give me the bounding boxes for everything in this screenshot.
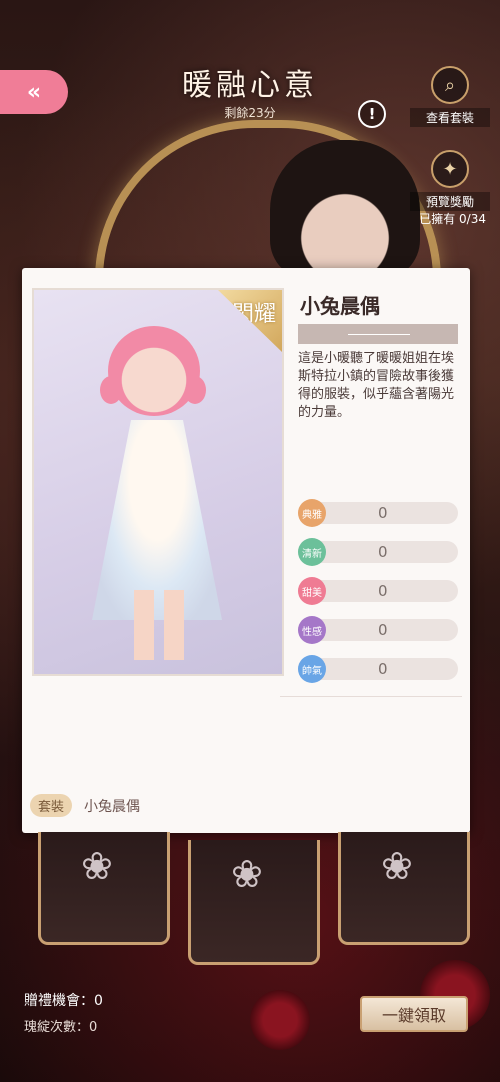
set-tag: 套裝 <box>30 794 73 817</box>
stat-badge: 甜美 <box>298 577 326 605</box>
preview-reward-button[interactable]: ✦ 預覽獎勵 <box>410 150 490 211</box>
reward-card[interactable]: ❀ <box>38 832 170 945</box>
rarity-badge: 閃耀 <box>218 290 282 352</box>
view-set-button[interactable]: ⌕ 查看套裝 <box>410 66 490 127</box>
character-portrait <box>270 140 420 280</box>
stat-row: 性感 0 <box>298 616 458 644</box>
doll-head <box>108 326 200 416</box>
stat-value: 0 <box>378 621 388 639</box>
rose-icon: ❀ <box>231 852 263 896</box>
stat-value: 0 <box>378 582 388 600</box>
preview-reward-label: 預覽獎勵 <box>410 192 490 211</box>
rose-decoration <box>250 990 310 1050</box>
gift-chances: 贈禮機會：0 <box>24 993 103 1009</box>
stat-row: 清新 0 <box>298 538 458 566</box>
card-icon: ✦ <box>431 150 469 188</box>
spin-count: 瑰綻次數：0 <box>24 1020 98 1035</box>
stat-row: 甜美 0 <box>298 577 458 605</box>
stat-badge: 性感 <box>298 616 326 644</box>
divider <box>280 696 462 697</box>
stat-row: 帥氣 0 <box>298 655 458 683</box>
item-name: 小兔晨偶 <box>300 294 380 318</box>
view-set-label: 查看套裝 <box>410 108 490 127</box>
stat-value: 0 <box>378 504 388 522</box>
reward-card[interactable]: ❀ <box>338 832 470 945</box>
reward-card[interactable]: ❀ <box>188 840 320 965</box>
stat-value: 0 <box>378 543 388 561</box>
stat-badge: 典雅 <box>298 499 326 527</box>
item-description: 這是小暖聽了暖暖姐姐在埃斯特拉小鎮的冒險故事後獲得的服裝，似乎蘊含著陽光的力量。 <box>298 351 455 420</box>
rose-icon: ❀ <box>81 844 113 888</box>
claim-all-button[interactable]: 一鍵領取 <box>360 996 468 1032</box>
item-portrait: 閃耀 <box>32 288 284 676</box>
item-detail-panel: 閃耀 小兔晨偶 這是小暖聽了暖暖姐姐在埃斯特拉小鎮的冒險故事後獲得的服裝，似乎蘊… <box>22 268 470 833</box>
owned-count: 已擁有 0/34 <box>419 212 486 226</box>
stat-value: 0 <box>378 660 388 678</box>
stat-badge: 清新 <box>298 538 326 566</box>
info-icon[interactable]: ! <box>358 100 386 128</box>
stat-badge: 帥氣 <box>298 655 326 683</box>
rose-icon: ❀ <box>381 844 413 888</box>
magnifier-icon: ⌕ <box>431 66 469 104</box>
set-name[interactable]: 小兔晨偶 <box>84 796 140 816</box>
doll-legs <box>134 590 184 660</box>
name-divider <box>298 324 458 344</box>
stat-list: 典雅 0 清新 0 甜美 0 性感 0 帥氣 0 <box>298 499 458 697</box>
stat-row: 典雅 0 <box>298 499 458 527</box>
